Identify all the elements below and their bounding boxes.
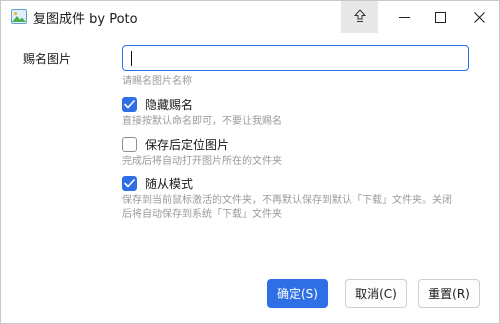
follow-mode-option[interactable]: 随从模式 [122,175,193,192]
pin-up-arrow-icon [353,8,366,27]
hide-naming-option[interactable]: 隐藏赐名 [122,96,193,113]
locate-after-save-checkbox[interactable] [122,137,137,152]
follow-mode-hint-line-2: 后将自动保存到系统「下载」文件夹 [122,209,282,220]
image-landscape-icon [11,9,27,24]
text-caret [131,51,132,66]
reset-button[interactable]: 重置(R) [418,279,480,308]
follow-mode-label: 随从模式 [145,177,194,191]
hide-naming-label: 隐藏赐名 [145,98,194,112]
pin-button[interactable] [341,1,378,33]
follow-mode-hint-line-1: 保存到当前鼠标激活的文件夹，不再默认保存到默认「下载」文件夹。关闭 [122,195,452,206]
title-bar[interactable]: 复图成件 by Poto [1,1,499,33]
locate-after-save-hint: 完成后将自动打开图片所在的文件夹 [122,156,282,167]
ok-button[interactable]: 确定(S) [267,279,328,308]
maximize-button[interactable] [421,1,459,33]
cancel-button[interactable]: 取消(C) [345,279,407,308]
maximize-icon [434,8,446,27]
name-input[interactable] [122,45,469,71]
locate-after-save-label: 保存后定位图片 [145,138,230,152]
name-hint: 请赐名图片名称 [122,76,192,87]
checkmark-icon [124,100,135,109]
dialog-footer: 确定(S) 取消(C) 重置(R) [1,263,499,323]
close-icon [473,8,485,27]
close-button[interactable] [459,1,499,33]
minimize-icon [398,8,410,27]
dialog-window: 复图成件 by Poto 赐名图片 请赐名图片名称 隐藏赐名 直接按默认命名即可… [0,0,500,324]
locate-after-save-option[interactable]: 保存后定位图片 [122,136,229,153]
hide-naming-checkbox[interactable] [122,97,137,112]
minimize-button[interactable] [387,1,421,33]
checkmark-icon [124,179,135,188]
hide-naming-hint: 直接按默认命名即可，不要让我赐名 [122,116,282,127]
name-label: 赐名图片 [23,52,72,66]
follow-mode-checkbox[interactable] [122,176,137,191]
window-title: 复图成件 by Poto [33,12,138,27]
